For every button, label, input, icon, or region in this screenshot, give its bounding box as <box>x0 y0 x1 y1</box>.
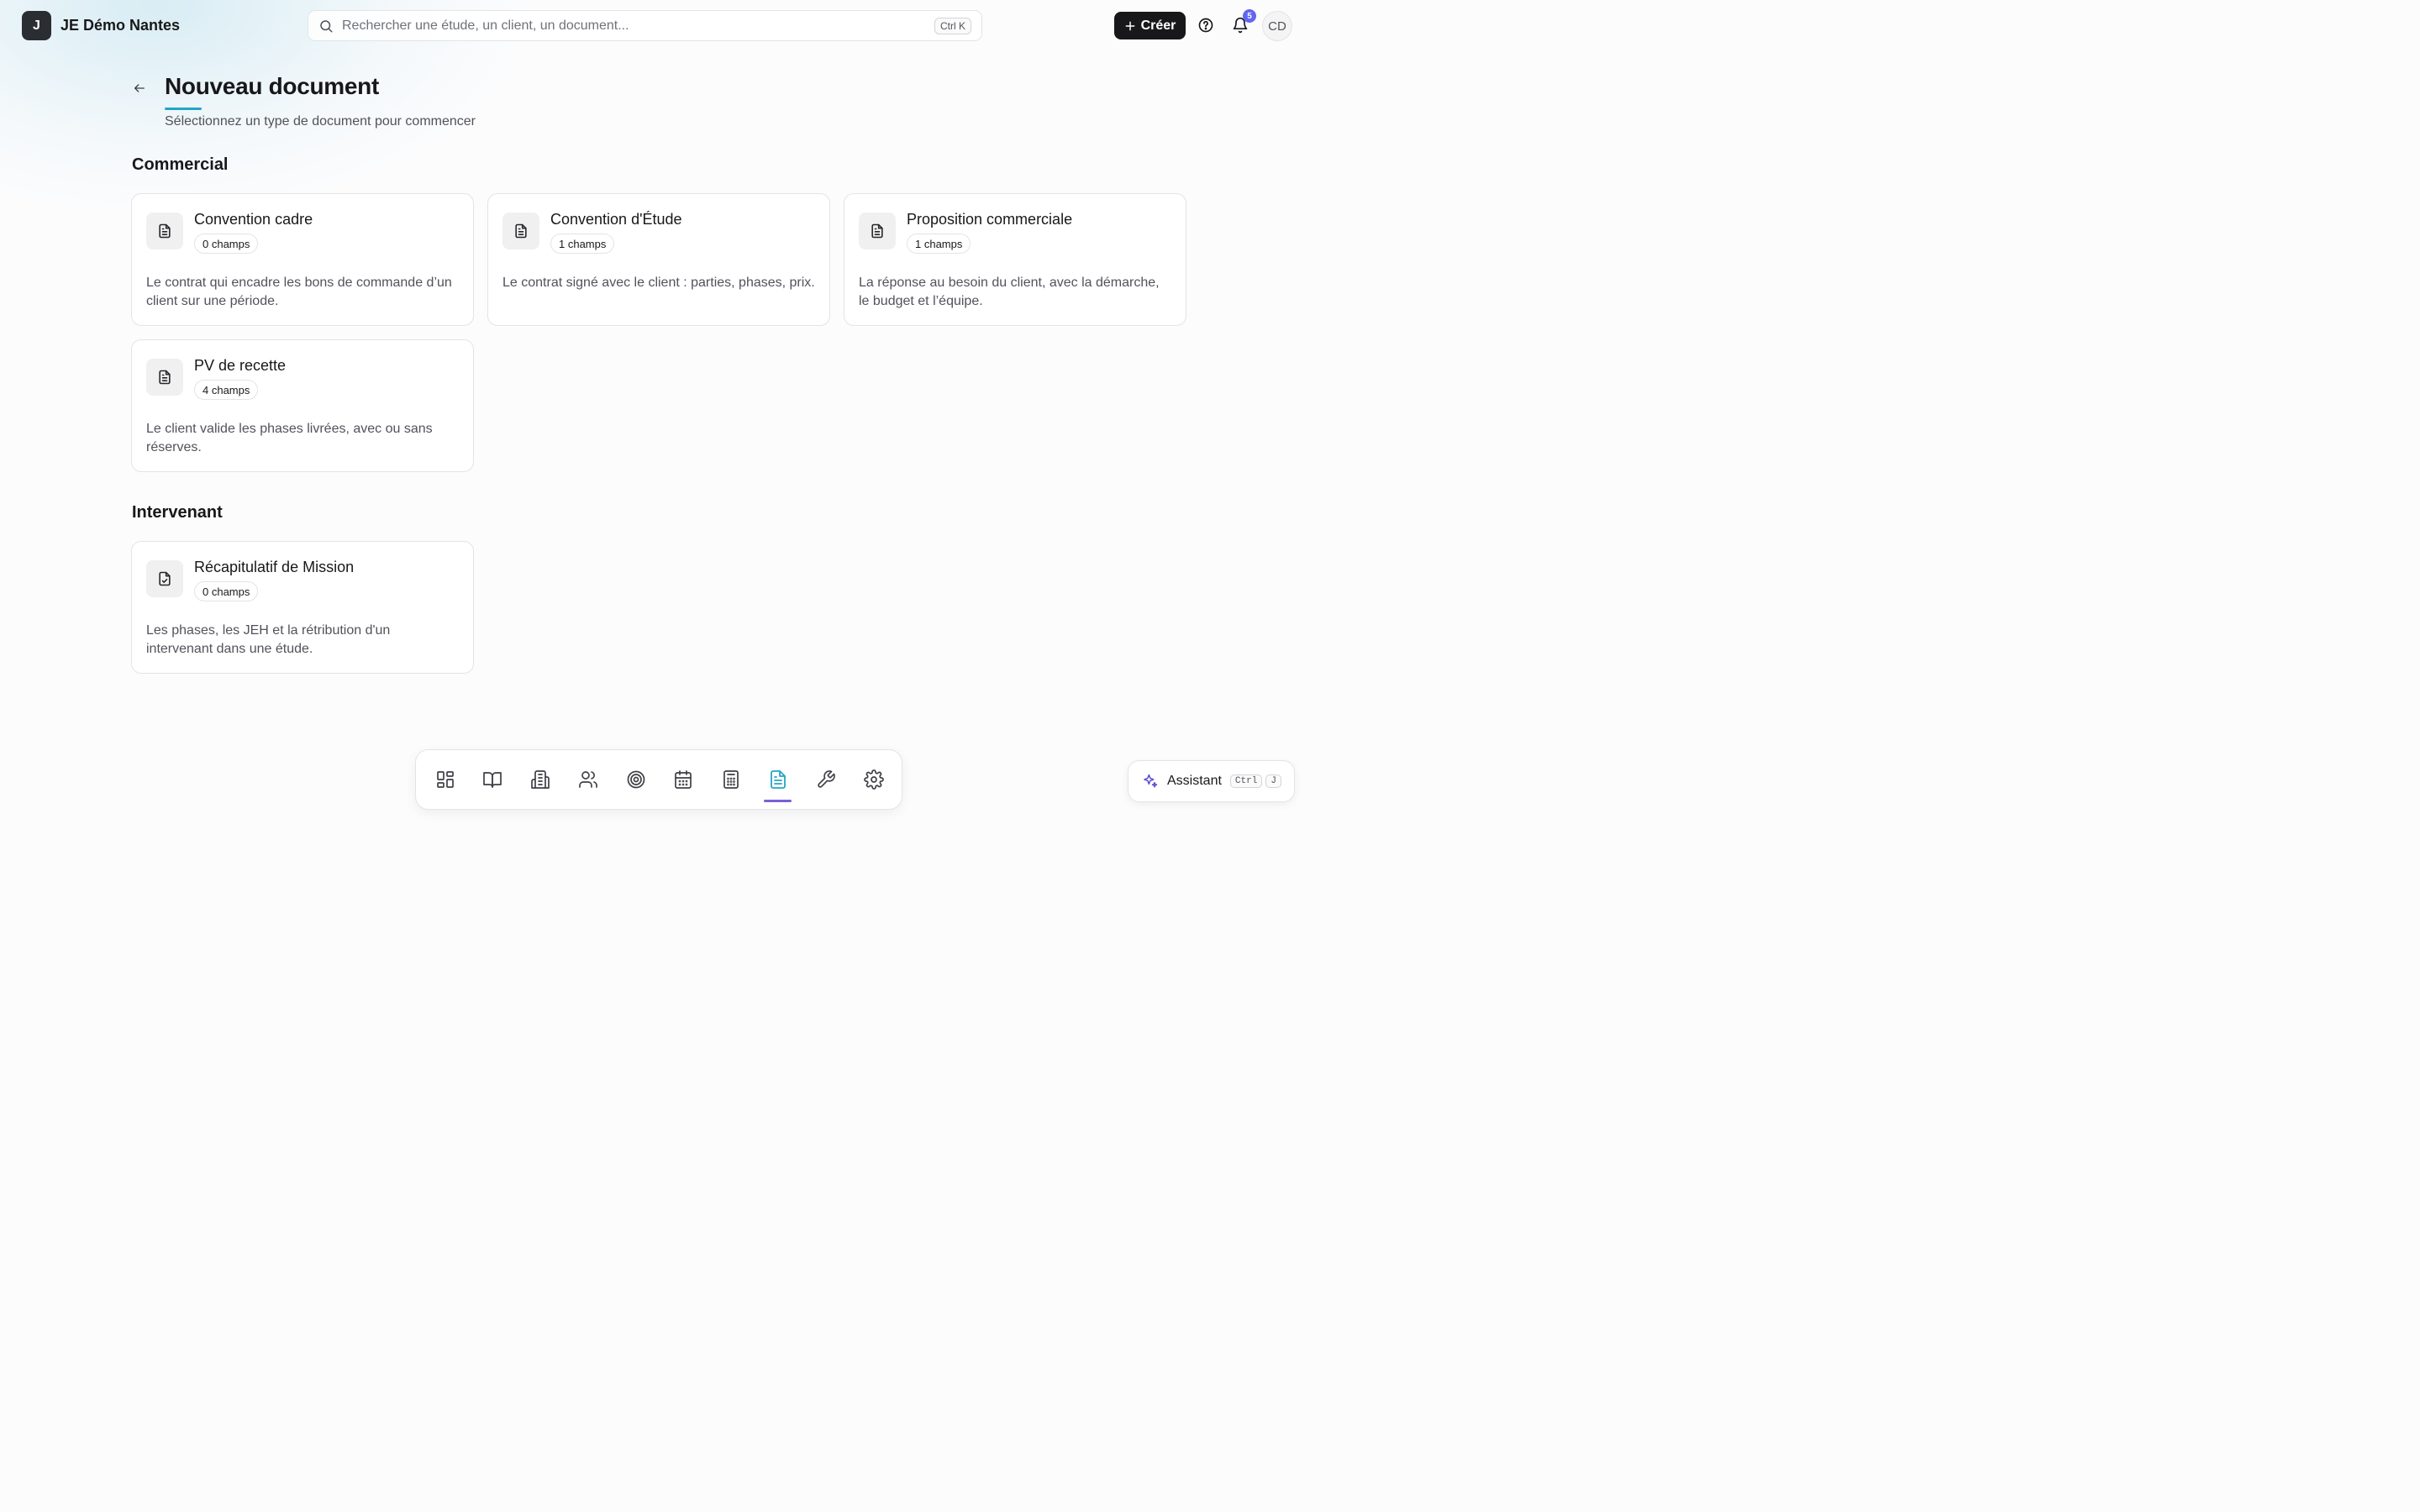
create-button[interactable]: Créer <box>1114 12 1186 39</box>
file-text-icon <box>515 223 527 239</box>
notification-badge: 5 <box>1243 9 1256 23</box>
settings-icon <box>864 769 884 790</box>
section-title-commercial: Commercial <box>132 155 229 174</box>
dock-item-building[interactable] <box>526 765 555 794</box>
back-button[interactable] <box>130 79 149 97</box>
dock-item-settings[interactable] <box>860 765 888 794</box>
card-icon-box <box>146 213 183 249</box>
card-title: Convention d'Étude <box>550 211 682 228</box>
card-description: Le contrat signé avec le client : partie… <box>502 276 815 290</box>
card-field-count-badge: 1 champs <box>907 234 971 254</box>
card-title: Récapitulatif de Mission <box>194 559 355 575</box>
dock-item-calendar[interactable] <box>669 765 697 794</box>
calculator-icon <box>723 770 739 789</box>
document-card-recapitulatif-mission[interactable]: Récapitulatif de Mission 0 champs Les ph… <box>131 541 474 674</box>
assistant-shortcut-j: J <box>1265 774 1281 788</box>
help-icon <box>1198 18 1213 33</box>
dock-item-documents[interactable] <box>764 765 792 794</box>
book-icon <box>483 772 502 788</box>
wrench-icon <box>818 770 835 788</box>
brand[interactable]: J JE Démo Nantes <box>22 11 180 40</box>
brand-name: JE Démo Nantes <box>60 17 181 34</box>
dock-item-tools[interactable] <box>812 765 840 794</box>
document-card-pv-recette[interactable]: PV de recette 4 champs Le client valide … <box>131 339 474 472</box>
dock-active-indicator <box>764 800 792 802</box>
bottom-dock <box>415 749 902 810</box>
search-icon <box>320 19 333 32</box>
file-text-icon <box>159 223 171 239</box>
target-icon <box>627 770 645 789</box>
dock-item-target[interactable] <box>622 765 650 794</box>
dashboard-icon <box>437 771 454 788</box>
dock-item-calculator[interactable] <box>717 765 745 794</box>
card-title: Convention cadre <box>194 211 313 228</box>
title-underline <box>165 108 202 110</box>
card-icon-box <box>859 213 896 249</box>
plus-icon <box>1125 21 1134 30</box>
arrow-left-icon <box>134 84 145 92</box>
card-icon-box <box>146 359 183 396</box>
card-description: Les phases, les JEH et la rétribution d'… <box>146 623 391 656</box>
section-title-intervenant: Intervenant <box>132 503 223 522</box>
card-description: Le client valide les phases livrées, ave… <box>146 422 433 454</box>
card-icon-box <box>146 560 183 597</box>
sparkles-icon <box>1144 774 1158 788</box>
file-check-icon <box>159 571 171 586</box>
card-description: La réponse au besoin du client, avec la … <box>859 276 1160 308</box>
create-button-label: Créer <box>1140 18 1176 33</box>
notifications-button[interactable]: 5 <box>1229 9 1256 36</box>
users-icon <box>579 771 597 788</box>
brand-logo: J <box>22 11 51 40</box>
card-title: PV de recette <box>194 357 287 374</box>
document-card-convention-etude[interactable]: Convention d'Étude 1 champs Le contrat s… <box>487 193 830 326</box>
user-avatar[interactable]: CD <box>1262 11 1292 41</box>
document-card-proposition-commerciale[interactable]: Proposition commerciale 1 champs La répo… <box>844 193 1186 326</box>
file-text-icon <box>771 770 786 789</box>
document-card-convention-cadre[interactable]: Convention cadre 0 champs Le contrat qui… <box>131 193 474 326</box>
card-field-count-badge: 4 champs <box>194 380 259 400</box>
help-button[interactable] <box>1195 14 1217 36</box>
page-title: Nouveau document <box>165 73 380 99</box>
search-bar[interactable]: Ctrl K <box>308 10 982 41</box>
search-shortcut: Ctrl K <box>934 17 971 34</box>
page-subtitle: Sélectionnez un type de document pour co… <box>165 114 476 129</box>
dock-item-dashboard[interactable] <box>431 765 460 794</box>
search-input[interactable] <box>342 18 934 34</box>
assistant-label: Assistant <box>1167 774 1222 788</box>
assistant-shortcut-ctrl: Ctrl <box>1229 774 1263 788</box>
card-description: Le contrat qui encadre les bons de comma… <box>146 276 452 308</box>
top-header: J JE Démo Nantes Ctrl K Créer 5 CD <box>0 0 1318 52</box>
card-field-count-badge: 0 champs <box>194 581 259 601</box>
card-title: Proposition commerciale <box>907 211 1073 228</box>
calendar-icon <box>675 770 692 789</box>
dock-item-users[interactable] <box>574 765 602 794</box>
file-text-icon <box>159 370 171 385</box>
card-icon-box <box>502 213 539 249</box>
building-icon <box>531 770 550 789</box>
card-field-count-badge: 1 champs <box>550 234 615 254</box>
card-field-count-badge: 0 champs <box>194 234 259 254</box>
assistant-button[interactable]: Assistant Ctrl J <box>1128 760 1295 802</box>
file-text-icon <box>871 223 883 239</box>
dock-item-book[interactable] <box>478 765 507 794</box>
